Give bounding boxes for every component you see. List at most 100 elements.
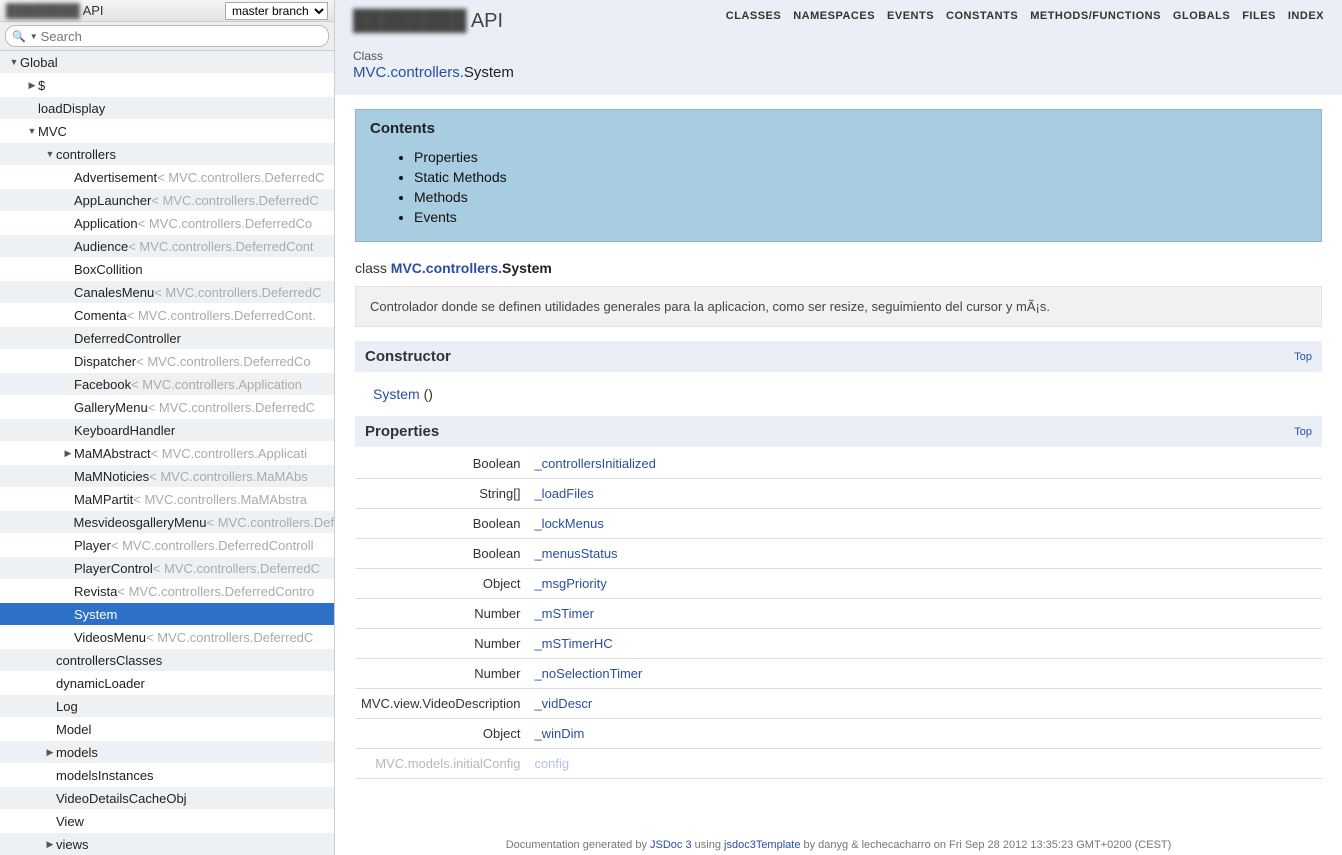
- namespace-link[interactable]: MVC.controllers.: [391, 260, 502, 276]
- tree-item[interactable]: Player < MVC.controllers.DeferredControl…: [0, 534, 334, 557]
- tree-item[interactable]: ▼ Global: [0, 51, 334, 74]
- property-link[interactable]: _noSelectionTimer: [534, 666, 642, 681]
- property-type: String[]: [355, 479, 528, 509]
- table-row: MVC.view.VideoDescription_vidDescr: [355, 689, 1322, 719]
- tree-item-label: MaMNoticies: [74, 469, 149, 484]
- tree-item[interactable]: loadDisplay: [0, 97, 334, 120]
- tree-item[interactable]: modelsInstances: [0, 764, 334, 787]
- tree-item[interactable]: ▶ models: [0, 741, 334, 764]
- tree-item[interactable]: VideoDetailsCacheObj: [0, 787, 334, 810]
- tree-item[interactable]: Comenta < MVC.controllers.DeferredCont.: [0, 304, 334, 327]
- property-name: _controllersInitialized: [528, 449, 1322, 479]
- tree-item[interactable]: MesvideosgalleryMenu < MVC.controllers.D…: [0, 511, 334, 534]
- nav-link[interactable]: METHODS/FUNCTIONS: [1030, 10, 1161, 22]
- nav-link[interactable]: INDEX: [1288, 10, 1324, 22]
- property-link[interactable]: _menusStatus: [534, 546, 617, 561]
- nav-link[interactable]: GLOBALS: [1173, 10, 1230, 22]
- tree-item[interactable]: VideosMenu < MVC.controllers.DeferredC: [0, 626, 334, 649]
- nav-link[interactable]: NAMESPACES: [793, 10, 875, 22]
- top-link[interactable]: Top: [1294, 426, 1312, 438]
- tree-item[interactable]: AppLauncher < MVC.controllers.DeferredC: [0, 189, 334, 212]
- tree-item[interactable]: Model: [0, 718, 334, 741]
- tree-item[interactable]: CanalesMenu < MVC.controllers.DeferredC: [0, 281, 334, 304]
- tree-item[interactable]: KeyboardHandler: [0, 419, 334, 442]
- inherit-label: < MVC.controllers.DeferredCo: [136, 354, 310, 369]
- expand-icon[interactable]: ▶: [44, 747, 56, 758]
- tree-item[interactable]: DeferredController: [0, 327, 334, 350]
- property-link[interactable]: _lockMenus: [534, 516, 603, 531]
- inherit-label: < MVC.controllers.MaMAbstra: [133, 492, 307, 507]
- property-link[interactable]: _loadFiles: [534, 486, 593, 501]
- tree-item[interactable]: ▶ MaMAbstract < MVC.controllers.Applicat…: [0, 442, 334, 465]
- tree-item[interactable]: ▼ MVC: [0, 120, 334, 143]
- table-row: Number_mSTimer: [355, 599, 1322, 629]
- property-link[interactable]: _vidDescr: [534, 696, 592, 711]
- tree-item[interactable]: GalleryMenu < MVC.controllers.DeferredC: [0, 396, 334, 419]
- tree-item[interactable]: Application < MVC.controllers.DeferredCo: [0, 212, 334, 235]
- expand-icon[interactable]: ▶: [62, 448, 74, 459]
- contents-item[interactable]: Properties: [414, 147, 1307, 167]
- tree-item-label: AppLauncher: [74, 193, 151, 208]
- tree-item[interactable]: MaMNoticies < MVC.controllers.MaMAbs: [0, 465, 334, 488]
- tree-item-label: views: [56, 837, 89, 852]
- contents-item[interactable]: Events: [414, 207, 1307, 227]
- tree-item[interactable]: ▶ views: [0, 833, 334, 855]
- tree-item[interactable]: System: [0, 603, 334, 626]
- property-link[interactable]: _controllersInitialized: [534, 456, 655, 471]
- table-row: String[] _loadFiles: [355, 479, 1322, 509]
- tree-item[interactable]: Advertisement < MVC.controllers.Deferred…: [0, 166, 334, 189]
- tree-item[interactable]: View: [0, 810, 334, 833]
- tree-item[interactable]: controllersClasses: [0, 649, 334, 672]
- expand-icon[interactable]: ▶: [44, 839, 56, 850]
- table-row: Number_mSTimerHC: [355, 629, 1322, 659]
- property-type: Number: [355, 659, 528, 689]
- tree-item[interactable]: Log: [0, 695, 334, 718]
- tree-item[interactable]: dynamicLoader: [0, 672, 334, 695]
- contents-item[interactable]: Static Methods: [414, 167, 1307, 187]
- property-link[interactable]: _mSTimerHC: [534, 636, 612, 651]
- nav-link[interactable]: FILES: [1242, 10, 1276, 22]
- tree-item-label: Model: [56, 722, 91, 737]
- tree-item-label: System: [74, 607, 117, 622]
- tree-item[interactable]: ▶ $: [0, 74, 334, 97]
- tree-item-label: MaMPartit: [74, 492, 133, 507]
- branch-select[interactable]: master branch: [225, 2, 328, 20]
- tree-item-label: BoxCollition: [74, 262, 143, 277]
- nav-link[interactable]: CONSTANTS: [946, 10, 1018, 22]
- contents-list: PropertiesStatic MethodsMethodsEvents: [370, 147, 1307, 227]
- expand-icon[interactable]: ▼: [44, 149, 56, 159]
- tree-item[interactable]: Dispatcher < MVC.controllers.DeferredCo: [0, 350, 334, 373]
- property-link[interactable]: _winDim: [534, 726, 584, 741]
- template-link[interactable]: jsdoc3Template: [724, 839, 800, 851]
- property-link[interactable]: _mSTimer: [534, 606, 593, 621]
- tree-item[interactable]: Revista < MVC.controllers.DeferredContro: [0, 580, 334, 603]
- tree-item-label: Facebook: [74, 377, 131, 392]
- content[interactable]: Contents PropertiesStatic MethodsMethods…: [335, 95, 1342, 836]
- tree-item-label: modelsInstances: [56, 768, 154, 783]
- tree[interactable]: ▼ Global▶ $ loadDisplay▼ MVC▼ controller…: [0, 51, 334, 855]
- expand-icon[interactable]: ▶: [26, 80, 38, 91]
- expand-icon[interactable]: ▼: [26, 126, 38, 136]
- inherit-label: < MVC.controllers.DeferredC: [157, 170, 324, 185]
- inherit-label: < MVC.controllers.MaMAbs: [149, 469, 308, 484]
- namespace-link[interactable]: MVC.controllers.: [353, 64, 464, 81]
- tree-item[interactable]: ▼ controllers: [0, 143, 334, 166]
- chevron-down-icon[interactable]: ▼: [30, 32, 38, 41]
- property-link[interactable]: _msgPriority: [534, 576, 606, 591]
- tree-item[interactable]: PlayerControl < MVC.controllers.Deferred…: [0, 557, 334, 580]
- constructor-link[interactable]: System: [373, 386, 420, 402]
- expand-icon[interactable]: ▼: [8, 57, 20, 67]
- inherit-label: < MVC.controllers.Application: [131, 377, 302, 392]
- tree-item[interactable]: MaMPartit < MVC.controllers.MaMAbstra: [0, 488, 334, 511]
- jsdoc-link[interactable]: JSDoc 3: [650, 839, 692, 851]
- nav-link[interactable]: CLASSES: [726, 10, 781, 22]
- top-link[interactable]: Top: [1294, 351, 1312, 363]
- nav-link[interactable]: EVENTS: [887, 10, 934, 22]
- tree-item[interactable]: BoxCollition: [0, 258, 334, 281]
- inherit-label: < MVC.controllers.DeferredCo: [138, 216, 312, 231]
- tree-item[interactable]: Facebook < MVC.controllers.Application: [0, 373, 334, 396]
- contents-item[interactable]: Methods: [414, 187, 1307, 207]
- tree-item-label: Advertisement: [74, 170, 157, 185]
- tree-item[interactable]: Audience < MVC.controllers.DeferredCont: [0, 235, 334, 258]
- search-input[interactable]: [41, 29, 322, 44]
